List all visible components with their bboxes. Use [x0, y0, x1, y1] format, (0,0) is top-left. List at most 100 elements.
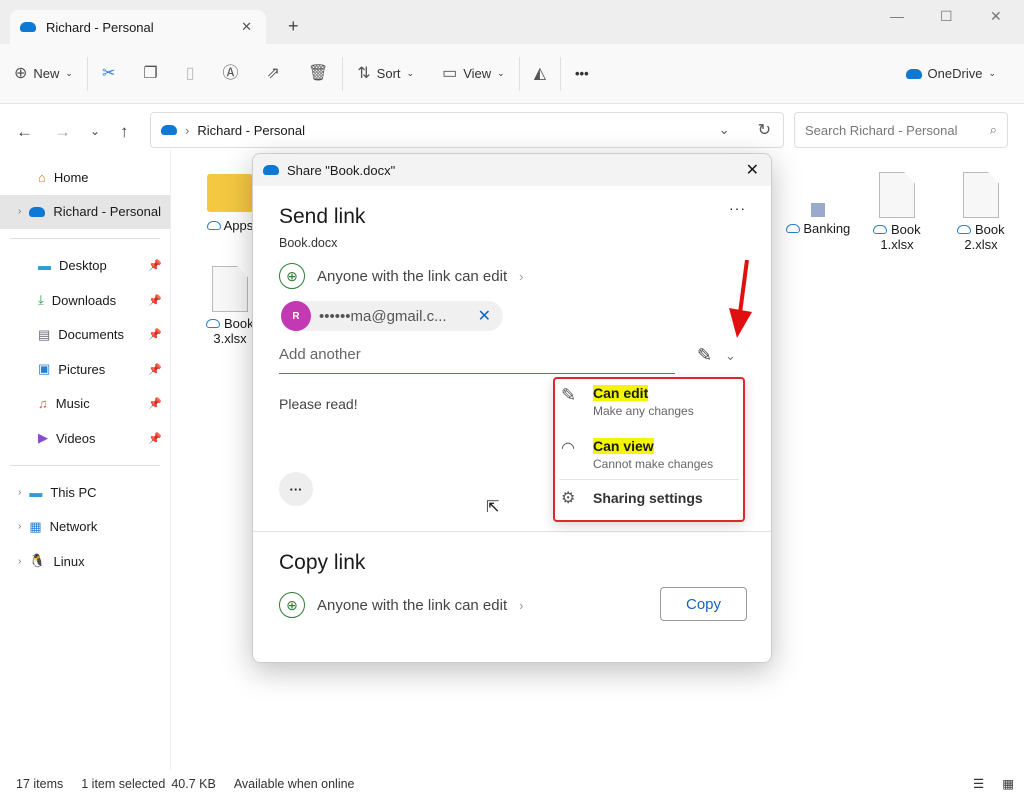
sort-label: Sort [376, 66, 401, 81]
dialog-header: Share "Book.docx" ✕ [253, 154, 771, 186]
sidebar-item-network[interactable]: › ▦ Network [0, 509, 170, 544]
file-item-banking[interactable]: Banking [778, 203, 858, 236]
maximize-button[interactable]: ☐ [940, 8, 953, 25]
sidebar-label: Pictures [58, 361, 106, 377]
search-icon: ⌕ [989, 122, 997, 137]
folder-icon [207, 174, 253, 212]
sidebar-item-linux[interactable]: › 🐧 Linux [0, 544, 170, 579]
refresh-icon[interactable]: ↻ [758, 120, 771, 140]
cloud-icon [785, 224, 800, 233]
share-button[interactable]: ⇗ [253, 64, 294, 82]
add-another-input[interactable]: Add another [279, 346, 675, 374]
tab-richard-personal[interactable]: Richard - Personal ✕ [10, 10, 266, 44]
pc-icon: ▬ [29, 484, 43, 500]
address-dropdown-icon[interactable]: ⌄ [719, 122, 730, 138]
availability-status: Available when online [233, 776, 355, 791]
sidebar-item-this-pc[interactable]: › ▬ This PC [0, 475, 170, 510]
copy-link-permission-button[interactable]: ⊕ Anyone with the link can edit › [279, 592, 523, 618]
onedrive-button[interactable]: OneDrive ⌄ [892, 66, 1010, 81]
chevron-down-icon[interactable]: ⌄ [725, 348, 736, 364]
copy-button[interactable]: ❐ [129, 65, 171, 82]
cut-button[interactable]: ✂ [88, 65, 129, 82]
menu-item-sharing-settings[interactable]: ⚙ Sharing settings [555, 482, 743, 514]
gear-icon: ⚙ [561, 490, 576, 507]
close-tab-icon[interactable]: ✕ [241, 19, 252, 35]
more-send-options-button[interactable]: ··· [279, 472, 313, 506]
view-label: View [463, 66, 492, 81]
back-button[interactable]: ← [16, 122, 33, 142]
sidebar-item-desktop[interactable]: ▬ Desktop 📌 [0, 248, 170, 283]
dialog-title: Share "Book.docx" [287, 162, 396, 178]
sidebar-label: Videos [56, 430, 96, 446]
home-icon: ⌂ [38, 169, 46, 185]
more-button[interactable]: ••• [561, 66, 603, 81]
remove-recipient-icon[interactable]: ✕ [478, 306, 491, 326]
pencil-icon: ✎ [561, 385, 577, 405]
message-input[interactable]: Please read! [279, 396, 358, 412]
sidebar-label: Network [49, 519, 98, 535]
details-view-icon[interactable]: ☰ [973, 776, 984, 791]
link-permission-button[interactable]: ⊕ Anyone with the link can edit › [279, 263, 523, 289]
new-tab-button[interactable]: + [288, 16, 299, 37]
sidebar-label: Downloads [51, 292, 117, 308]
cloud-icon [206, 221, 221, 230]
new-label: New [33, 66, 60, 81]
menu-label: Sharing settings [593, 490, 703, 506]
file-name: Apps [223, 218, 254, 233]
divider [10, 464, 160, 466]
filter-icon: ◭ [533, 64, 546, 82]
rename-button[interactable]: Ⓐ [209, 64, 253, 82]
status-bar: 17 items 1 item selected 40.7 KB Availab… [0, 772, 1024, 795]
link-permission-label: Anyone with the link can edit [317, 267, 508, 285]
sort-button[interactable]: ⇅ Sort ⌄ [343, 65, 428, 82]
sidebar-label: Richard - Personal [53, 204, 161, 220]
sidebar-item-richard-personal[interactable]: › Richard - Personal [0, 194, 170, 230]
breadcrumb[interactable]: Richard - Personal [197, 123, 305, 138]
file-item-book-1[interactable]: Book 1.xlsx [862, 172, 932, 252]
sidebar-item-music[interactable]: ♫ Music 📌 [0, 387, 170, 422]
share-icon: ⇗ [266, 64, 280, 82]
forward-button[interactable]: → [54, 122, 71, 142]
tiles-view-icon[interactable]: ▦ [1002, 776, 1014, 791]
sidebar-item-downloads[interactable]: ⤓ Downloads 📌 [0, 283, 170, 318]
delete-button[interactable]: 🗑 [294, 64, 342, 82]
sidebar-item-pictures[interactable]: ▣ Pictures 📌 [0, 352, 170, 387]
videos-icon: ▶ [38, 430, 48, 446]
selection-count: 1 item selected [81, 776, 166, 791]
menu-label: Can edit [593, 385, 649, 401]
menu-item-can-edit[interactable]: ✎ Can edit Make any changes [555, 379, 743, 424]
download-icon: ⤓ [38, 292, 44, 308]
desktop-icon: ▬ [38, 257, 51, 273]
view-button[interactable]: ▭ View ⌄ [428, 65, 519, 82]
tab-title: Richard - Personal [46, 19, 154, 35]
paste-button[interactable]: ▯ [172, 65, 209, 82]
up-button[interactable]: ↑ [120, 122, 129, 142]
linux-icon: 🐧 [29, 553, 46, 569]
search-input[interactable]: Search Richard - Personal ⌕ [794, 112, 1008, 148]
new-button[interactable]: ⊕ New ⌄ [0, 65, 87, 82]
copy-button[interactable]: Copy [660, 587, 747, 621]
pencil-permission-button[interactable]: ✎ [697, 345, 712, 366]
file-icon [879, 172, 915, 218]
trash-icon: 🗑 [307, 64, 329, 82]
file-item-book-2[interactable]: Book 2.xlsx [946, 172, 1016, 252]
recipient-chip: R ••••••ma@gmail.c... ✕ [281, 301, 503, 331]
minimize-button[interactable]: — [890, 8, 904, 24]
sidebar-item-videos[interactable]: ▶ Videos 📌 [0, 421, 170, 456]
address-bar[interactable]: › Richard - Personal ⌄ ↻ [150, 112, 784, 148]
pin-icon: 📌 [148, 294, 162, 307]
close-window-button[interactable]: ✕ [990, 8, 1002, 25]
shortcut-icon [811, 203, 825, 217]
menu-sublabel: Cannot make changes [593, 457, 714, 471]
menu-item-can-view[interactable]: ◠ Can view Cannot make changes [555, 432, 743, 477]
filter-button[interactable]: ◭ [520, 64, 560, 82]
recent-button[interactable]: ⌄ [90, 124, 100, 138]
sidebar-item-home[interactable]: ⌂ Home [0, 160, 170, 195]
pin-icon: 📌 [148, 363, 162, 376]
divider [559, 479, 739, 480]
rename-icon: Ⓐ [222, 64, 239, 82]
close-dialog-button[interactable]: ✕ [746, 160, 759, 180]
sidebar-item-documents[interactable]: ▤ Documents 📌 [0, 317, 170, 352]
more-options-button[interactable]: ··· [729, 200, 746, 216]
file-name: Book 1.xlsx [880, 222, 921, 252]
